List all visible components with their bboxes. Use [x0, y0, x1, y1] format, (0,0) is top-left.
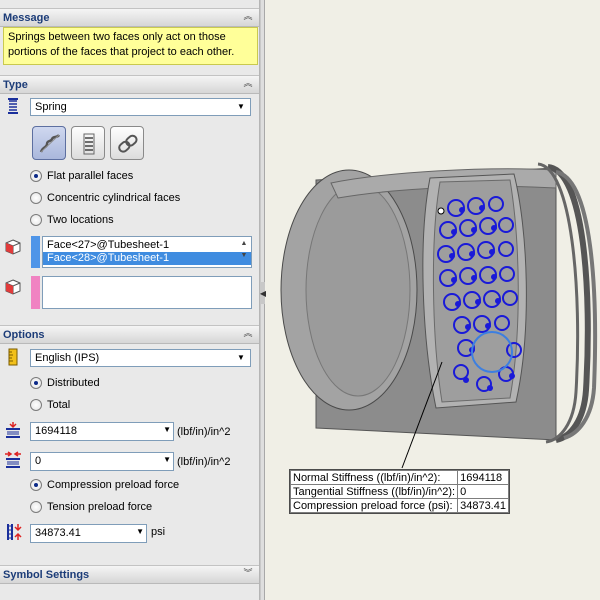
panel-splitter[interactable]: ◀: [260, 0, 266, 600]
compression-preload-option[interactable]: Compression preload force: [30, 477, 179, 493]
units-ruler-icon: [8, 348, 18, 366]
selection-color-bar: [31, 276, 40, 309]
callout-value: 1694118: [457, 470, 509, 485]
face-selection-list[interactable]: Face<27>@Tubesheet-1 Face<28>@Tubesheet-…: [42, 236, 252, 268]
normal-stiffness-value: 1694118: [35, 425, 78, 437]
callout-label: Normal Stiffness ((lbf/in)/in^2):: [289, 470, 459, 485]
radio-button[interactable]: [30, 501, 42, 513]
chevron-down-icon[interactable]: ▼: [163, 425, 171, 434]
radio-label: Two locations: [47, 214, 114, 226]
total-option[interactable]: Total: [30, 397, 70, 413]
property-manager-panel: Message ︽ Springs between two faces only…: [0, 0, 260, 600]
concentric-cylindrical-faces-option[interactable]: Concentric cylindrical faces: [30, 190, 180, 206]
link-icon: [118, 134, 138, 153]
normal-stiffness-unit: (lbf/in)/in^2: [177, 426, 231, 438]
radio-label: Distributed: [47, 377, 100, 389]
link-toggle-button[interactable]: [110, 126, 144, 160]
tension-preload-option[interactable]: Tension preload force: [30, 499, 152, 515]
spring-icon: [39, 134, 61, 153]
radio-label: Flat parallel faces: [47, 170, 134, 182]
preload-force-icon: [7, 524, 22, 540]
face-selection-icon: [5, 279, 21, 295]
radio-button[interactable]: [30, 214, 42, 226]
radio-button[interactable]: [30, 192, 42, 204]
radio-button[interactable]: [30, 377, 42, 389]
list-item[interactable]: Face<27>@Tubesheet-1: [43, 239, 251, 252]
vessel-left-head-inner: [305, 183, 411, 397]
callout-value: 0: [457, 484, 509, 499]
preload-force-unit: psi: [151, 526, 166, 538]
collapse-chevron-icon[interactable]: ︽: [242, 78, 254, 90]
origin-marker: [437, 207, 445, 215]
tangential-stiffness-unit: (lbf/in)/in^2: [177, 456, 231, 468]
spring-toggle-button[interactable]: [32, 126, 66, 160]
expand-chevron-icon[interactable]: ︾: [242, 568, 254, 580]
message-box: Springs between two faces only act on th…: [3, 27, 258, 65]
radio-button[interactable]: [30, 479, 42, 491]
units-dropdown[interactable]: English (IPS) ▼: [30, 349, 251, 367]
chevron-down-icon[interactable]: ▼: [234, 100, 248, 114]
table-row: Compression preload force (psi): 34873.4…: [289, 498, 509, 513]
message-section-header[interactable]: Message ︽: [0, 8, 259, 27]
normal-stiffness-input[interactable]: 1694118 ▼: [30, 422, 174, 441]
radio-label: Total: [47, 399, 71, 411]
collapse-panel-arrow-icon[interactable]: ◀: [260, 282, 266, 304]
radio-button[interactable]: [30, 170, 42, 182]
list-item[interactable]: Face<28>@Tubesheet-1: [43, 252, 251, 265]
normal-stiffness-icon: [6, 422, 20, 438]
symbol-settings-section-title: Symbol Settings: [3, 569, 90, 581]
distributed-option[interactable]: Distributed: [30, 375, 100, 391]
table-row: Tangential Stiffness ((lbf/in)/in^2): 0: [289, 484, 509, 499]
type-section-title: Type: [3, 79, 28, 91]
face-selection-icon: [5, 239, 21, 255]
tangential-stiffness-value: 0: [35, 455, 42, 467]
table-row: Normal Stiffness ((lbf/in)/in^2): 169411…: [289, 470, 509, 485]
radio-label: Concentric cylindrical faces: [47, 192, 181, 204]
selection-color-bar: [31, 236, 40, 268]
two-locations-option[interactable]: Two locations: [30, 212, 114, 228]
chevron-down-icon[interactable]: ▼: [163, 455, 171, 464]
spring-type-icon: [8, 98, 18, 114]
connector-type-value: Spring: [35, 101, 67, 113]
bearing-icon: [83, 133, 95, 155]
units-value: English (IPS): [35, 352, 100, 364]
collapse-chevron-icon[interactable]: ︽: [242, 11, 254, 23]
callout-label: Tangential Stiffness ((lbf/in)/in^2):: [289, 484, 459, 499]
connector-type-dropdown[interactable]: Spring ▼: [30, 98, 251, 116]
preload-force-value: 34873.41: [35, 527, 81, 539]
collapse-chevron-icon[interactable]: ︽: [242, 328, 254, 340]
tangential-stiffness-input[interactable]: 0 ▼: [30, 452, 174, 471]
radio-button[interactable]: [30, 399, 42, 411]
radio-label: Tension preload force: [47, 501, 153, 513]
graphics-viewport[interactable]: Normal Stiffness ((lbf/in)/in^2): 169411…: [266, 0, 600, 600]
callout-value: 34873.41: [457, 498, 509, 513]
options-section-header[interactable]: Options ︽: [0, 325, 259, 344]
tangential-stiffness-icon: [5, 451, 21, 468]
list-scroll-arrows[interactable]: ▲ ▼: [238, 238, 250, 262]
callout-label: Compression preload force (psi):: [289, 498, 459, 513]
chevron-down-icon[interactable]: ▼: [136, 527, 144, 536]
message-section-title: Message: [3, 12, 50, 24]
type-section-header[interactable]: Type ︽: [0, 75, 259, 94]
flat-parallel-faces-option[interactable]: Flat parallel faces: [30, 168, 133, 184]
radio-label: Compression preload force: [47, 479, 180, 491]
preload-force-input[interactable]: 34873.41 ▼: [30, 524, 147, 543]
chevron-down-icon[interactable]: ▼: [234, 351, 248, 365]
second-face-selection-list[interactable]: [42, 276, 252, 309]
connector-callout-table[interactable]: Normal Stiffness ((lbf/in)/in^2): 169411…: [289, 469, 510, 514]
options-section-title: Options: [3, 329, 45, 341]
symbol-settings-section-header[interactable]: Symbol Settings ︾: [0, 565, 259, 584]
bearing-toggle-button[interactable]: [71, 126, 105, 160]
